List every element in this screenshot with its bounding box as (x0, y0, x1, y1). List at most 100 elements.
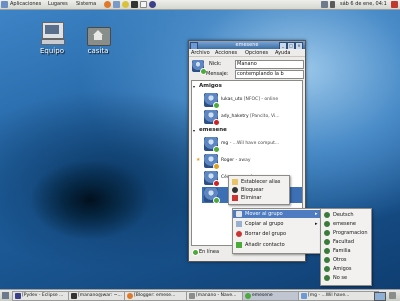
menu-sistema[interactable]: Sistema (76, 1, 96, 7)
group-amigos[interactable]: Amigos (199, 83, 222, 89)
menu-item-label: Copiar al grupo (245, 221, 284, 227)
contact-row[interactable]: lukas_uto [NFOC] - online (202, 92, 302, 109)
menu-item-label: Programacion (333, 230, 368, 236)
chat-icon (301, 293, 307, 299)
trash-icon[interactable] (389, 292, 396, 299)
menu-lugares[interactable]: Lugares (48, 1, 68, 7)
submenu-item-group[interactable]: Familia (321, 247, 371, 255)
group-icon (324, 230, 330, 236)
mail-icon[interactable] (113, 1, 120, 8)
online-status-icon (192, 249, 199, 256)
message-field[interactable]: contemplando la b (235, 70, 304, 79)
status-selector[interactable]: En línea (191, 247, 231, 257)
group-icon (324, 221, 330, 227)
desktop-icon-equipo[interactable]: Equipo (32, 22, 72, 55)
contact-status: [Pancito, Vi... (250, 114, 280, 119)
move-icon (236, 211, 242, 217)
help-icon[interactable] (122, 1, 129, 8)
clock[interactable]: sáb 6 de ene, 04:1 (340, 1, 387, 7)
desktop-icon-casita[interactable]: casita (78, 22, 118, 55)
firefox-icon[interactable] (104, 1, 111, 8)
contact-row[interactable]: ady_haketry [Pancito, Vi... (202, 109, 302, 126)
status-label: En línea (199, 249, 220, 255)
menu-item-label: Añadir contacto (245, 242, 285, 248)
contact-name: mg (221, 141, 229, 146)
text-editor-icon[interactable] (140, 1, 147, 8)
group-menu: Mover al grupo ▸ Copiar al grupo ▸ Borra… (232, 208, 322, 254)
menu-ayuda[interactable]: Ayuda (275, 50, 290, 56)
contact-context-menu: Establecer alias Bloquear Eliminar (228, 175, 290, 205)
window-titlebar[interactable]: emesene _ □ × (189, 41, 305, 50)
busy-status-icon (213, 119, 220, 126)
submenu-item-group[interactable]: Otros (321, 256, 371, 264)
taskbar-label: emesene (252, 293, 273, 298)
menu-item-label: Otros (333, 257, 347, 263)
menu-item-copy-to-group[interactable]: Copiar al grupo ▸ (233, 220, 321, 228)
submenu-item-group[interactable]: Amigos (321, 265, 371, 273)
contact-name: Roger (221, 158, 235, 163)
show-desktop-icon[interactable] (2, 292, 9, 299)
menu-item-label: Establecer alias (241, 179, 281, 185)
contact-row[interactable]: mg - ...Wil have comput... (202, 136, 302, 153)
contact-status: [NFOC] - online (243, 97, 279, 102)
add-icon (236, 242, 242, 248)
contact-status: - ...Wil have comput... (229, 141, 280, 146)
contact-text: lukas_uto [NFOC] - online (221, 97, 278, 102)
group-icon (324, 257, 330, 263)
edit-icon (232, 179, 238, 185)
submenu-item-group[interactable]: Facultad (321, 238, 371, 246)
contact-status: - away (235, 158, 251, 163)
computer-icon (41, 22, 65, 45)
group-icon (324, 212, 330, 218)
group-icon (324, 248, 330, 254)
menu-item-delete[interactable]: Eliminar (229, 194, 289, 202)
exit-icon[interactable] (391, 1, 398, 8)
delete-icon (232, 195, 238, 201)
menu-item-label: Deutsch (333, 212, 354, 218)
copy-icon (236, 221, 242, 227)
file-manager-icon (189, 293, 195, 299)
contact-row[interactable]: ★ Roger - away (196, 153, 302, 170)
menu-item-set-alias[interactable]: Establecer alias (229, 178, 289, 186)
desktop-icon-label: casita (87, 47, 109, 55)
expander-icon[interactable]: ▾ (193, 128, 195, 133)
submenu-item-group[interactable]: Programacion (321, 229, 371, 237)
nick-field[interactable]: Manano (235, 60, 304, 69)
menu-item-label: Familia (333, 248, 351, 254)
bottom-panel: [Pydev - Eclipse ... [manano@war: ~... [… (0, 289, 400, 301)
desktop-icon-label: Equipo (40, 47, 64, 55)
menu-opciones[interactable]: Opciones (245, 50, 268, 56)
eclipse-icon (15, 293, 21, 299)
message-label: Mensaje: (206, 71, 229, 77)
menu-item-label: No se (333, 275, 348, 281)
contact-text: Roger - away (221, 158, 251, 163)
expander-icon[interactable]: ▾ (193, 84, 195, 89)
group-emesene[interactable]: emesene (199, 127, 227, 133)
taskbar-label: [Blogger: emese... (134, 293, 176, 298)
menu-item-add-contact[interactable]: Añadir contacto (233, 241, 321, 249)
menu-item-block[interactable]: Bloquear (229, 186, 289, 194)
menu-acciones[interactable]: Acciones (215, 50, 237, 56)
volume-icon[interactable] (330, 1, 335, 8)
submenu-item-group[interactable]: Deutsch (321, 211, 371, 219)
contact-name: lukas_uto (221, 97, 243, 102)
submenu-item-group[interactable]: emesene (321, 220, 371, 228)
window-title: emesene (235, 42, 259, 48)
user-avatar[interactable] (192, 60, 207, 75)
menu-item-label: Facultad (333, 239, 354, 245)
menu-item-remove-from-group[interactable]: Borrar del grupo (233, 230, 321, 238)
group-icon (324, 275, 330, 281)
terminal-icon[interactable] (131, 1, 138, 8)
terminal-icon (71, 293, 77, 299)
menu-aplicaciones[interactable]: Aplicaciones (10, 1, 41, 7)
taskbar-label: [mg - ...Wil have... (308, 293, 350, 298)
network-icon (321, 1, 328, 8)
busy-status-icon (213, 180, 220, 187)
contact-text: ady_haketry [Pancito, Vi... (221, 114, 280, 119)
submenu-item-group[interactable]: No se (321, 274, 371, 282)
menu-archivo[interactable]: Archivo (191, 50, 210, 56)
eclipse-icon[interactable] (149, 1, 156, 8)
group-icon (324, 266, 330, 272)
menu-item-move-to-group[interactable]: Mover al grupo ▸ (233, 210, 321, 218)
gnome-foot-icon[interactable] (1, 1, 8, 8)
